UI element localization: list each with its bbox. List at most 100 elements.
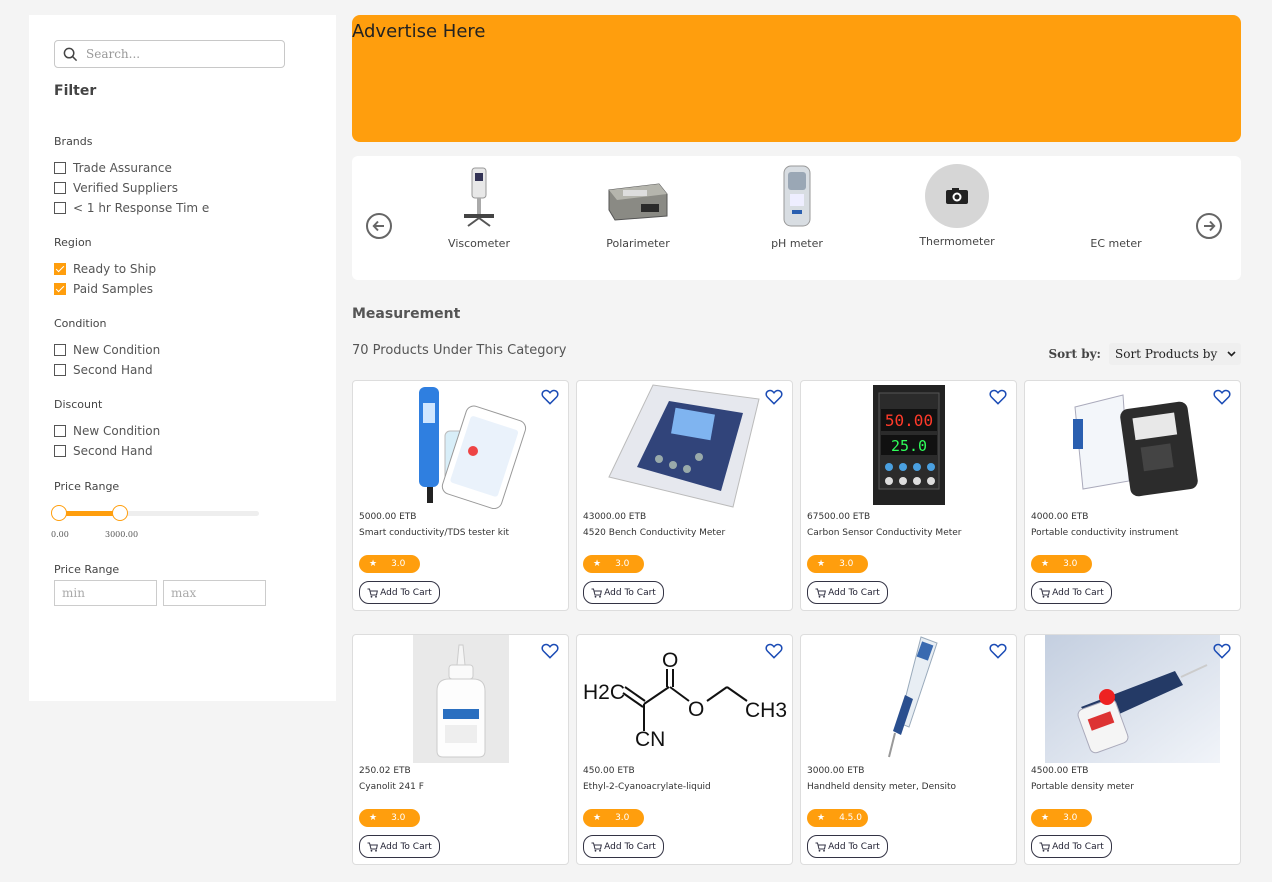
checkbox[interactable]	[54, 445, 66, 457]
product-card[interactable]: 250.02 ETB Cyanolit 241 F ★ 3.0 Add To Ca…	[352, 634, 569, 865]
min-price-input[interactable]	[54, 580, 157, 606]
rating-value: 3.0	[839, 559, 854, 569]
advertisement-banner[interactable]: Advertise Here	[352, 15, 1241, 142]
heart-icon[interactable]	[989, 389, 1007, 405]
rating-value: 3.0	[391, 559, 406, 569]
chem-ch3: CH3	[745, 699, 787, 722]
checkbox[interactable]	[54, 263, 66, 275]
filter-title: Filter	[54, 83, 97, 99]
chevron-down-icon	[1227, 351, 1236, 357]
filter-option[interactable]: Verified Suppliers	[54, 178, 209, 198]
filter-option-label: New Condition	[73, 424, 161, 438]
star-icon: ★	[1041, 559, 1050, 569]
price-range-slider[interactable]: 0.00 3000.00	[51, 505, 289, 539]
heart-icon[interactable]	[765, 643, 783, 659]
add-to-cart-button[interactable]: Add To Cart	[807, 581, 888, 604]
product-name[interactable]: Portable conductivity instrument	[1031, 528, 1178, 538]
product-card[interactable]: 5000.00 ETB Smart conductivity/TDS teste…	[352, 380, 569, 611]
product-image-cyanolit	[353, 635, 568, 763]
slider-max-handle[interactable]	[112, 505, 128, 521]
filter-option-label: Paid Samples	[73, 282, 154, 296]
add-to-cart-button[interactable]: Add To Cart	[583, 835, 664, 858]
arrow-right-icon	[1204, 220, 1216, 232]
sort-select[interactable]: Sort Products by	[1109, 343, 1241, 365]
category-label: EC meter	[1090, 237, 1142, 250]
product-card[interactable]: 50.00 25.0 67500.00 ETB Carbon Sensor Co…	[800, 380, 1017, 611]
carousel-next-button[interactable]	[1196, 213, 1222, 239]
product-name[interactable]: Carbon Sensor Conductivity Meter	[807, 528, 962, 538]
product-name[interactable]: Handheld density meter, Densito	[807, 782, 956, 792]
product-image-bench-meter	[577, 381, 792, 509]
price-range-group: Price Range	[54, 480, 119, 503]
price-inputs	[54, 580, 266, 606]
category-viscometer[interactable]: Viscometer	[414, 164, 544, 250]
category-ph-meter[interactable]: pH meter	[732, 164, 862, 250]
add-to-cart-button[interactable]: Add To Cart	[359, 835, 440, 858]
product-name[interactable]: Ethyl-2-Cyanoacrylate-liquid	[583, 782, 711, 792]
heart-icon[interactable]	[989, 643, 1007, 659]
carousel-prev-button[interactable]	[366, 213, 392, 239]
product-price: 450.00 ETB	[583, 766, 635, 776]
product-card[interactable]: 4500.00 ETB Portable density meter ★ 3.0 …	[1024, 634, 1241, 865]
category-label: Viscometer	[448, 237, 510, 250]
add-to-cart-button[interactable]: Add To Cart	[583, 581, 664, 604]
product-card[interactable]: 4000.00 ETB Portable conductivity instru…	[1024, 380, 1241, 611]
add-to-cart-button[interactable]: Add To Cart	[807, 835, 888, 858]
add-to-cart-button[interactable]: Add To Cart	[1031, 581, 1112, 604]
max-price-input[interactable]	[163, 580, 266, 606]
product-card[interactable]: 43000.00 ETB 4520 Bench Conductivity Met…	[576, 380, 793, 611]
checkbox[interactable]	[54, 202, 66, 214]
product-card[interactable]: 3000.00 ETB Handheld density meter, Dens…	[800, 634, 1017, 865]
heart-icon[interactable]	[765, 389, 783, 405]
search-box[interactable]	[54, 40, 285, 68]
meter-display-top: 50.00	[885, 411, 933, 430]
section-title: Measurement	[352, 306, 461, 322]
rating-value: 3.0	[615, 559, 630, 569]
filter-option[interactable]: Ready to Ship	[54, 259, 156, 279]
filter-option[interactable]: < 1 hr Response Tim e	[54, 198, 209, 218]
filter-option[interactable]: Trade Assurance	[54, 158, 209, 178]
slider-min-label: 0.00	[51, 530, 69, 539]
product-name[interactable]: Smart conductivity/TDS tester kit	[359, 528, 509, 538]
rating-badge: ★ 3.0	[583, 809, 644, 827]
search-input[interactable]	[86, 47, 266, 61]
filter-option[interactable]: New Condition	[54, 421, 160, 441]
checkbox[interactable]	[54, 425, 66, 437]
heart-icon[interactable]	[1213, 389, 1231, 405]
checkbox[interactable]	[54, 162, 66, 174]
star-icon: ★	[369, 813, 378, 823]
star-icon: ★	[817, 559, 826, 569]
filter-option[interactable]: New Condition	[54, 340, 160, 360]
add-to-cart-button[interactable]: Add To Cart	[1031, 835, 1112, 858]
checkbox[interactable]	[54, 344, 66, 356]
heart-icon[interactable]	[541, 643, 559, 659]
checkbox[interactable]	[54, 182, 66, 194]
heart-icon[interactable]	[1213, 643, 1231, 659]
category-ec-meter[interactable]: EC meter	[1051, 164, 1181, 250]
filter-group-heading: Region	[54, 236, 92, 249]
filter-option[interactable]: Second Hand	[54, 441, 160, 461]
heart-icon[interactable]	[541, 389, 559, 405]
star-icon: ★	[817, 813, 826, 823]
camera-icon	[925, 164, 989, 228]
checkbox[interactable]	[54, 364, 66, 376]
star-icon: ★	[593, 813, 602, 823]
add-to-cart-label: Add To Cart	[1052, 841, 1104, 852]
product-name[interactable]: Portable density meter	[1031, 782, 1134, 792]
add-to-cart-button[interactable]: Add To Cart	[359, 581, 440, 604]
slider-min-handle[interactable]	[51, 505, 67, 521]
category-carousel: Viscometer Polarimeter pH meter Thermome…	[352, 156, 1241, 280]
filter-option[interactable]: Second Hand	[54, 360, 160, 380]
checkbox[interactable]	[54, 283, 66, 295]
filter-option[interactable]: Paid Samples	[54, 279, 156, 299]
filter-group-heading: Condition	[54, 317, 107, 330]
product-price: 3000.00 ETB	[807, 766, 865, 776]
rating-value: 3.0	[1063, 559, 1078, 569]
category-polarimeter[interactable]: Polarimeter	[573, 164, 703, 250]
add-to-cart-label: Add To Cart	[380, 587, 432, 598]
product-card[interactable]: H2C CN O O CH3 450.00 ETB Ethyl-2-Cyanoa…	[576, 634, 793, 865]
rating-badge: ★ 3.0	[807, 555, 868, 573]
product-name[interactable]: Cyanolit 241 F	[359, 782, 424, 792]
category-thermometer[interactable]: Thermometer	[892, 164, 1022, 248]
product-name[interactable]: 4520 Bench Conductivity Meter	[583, 528, 725, 538]
